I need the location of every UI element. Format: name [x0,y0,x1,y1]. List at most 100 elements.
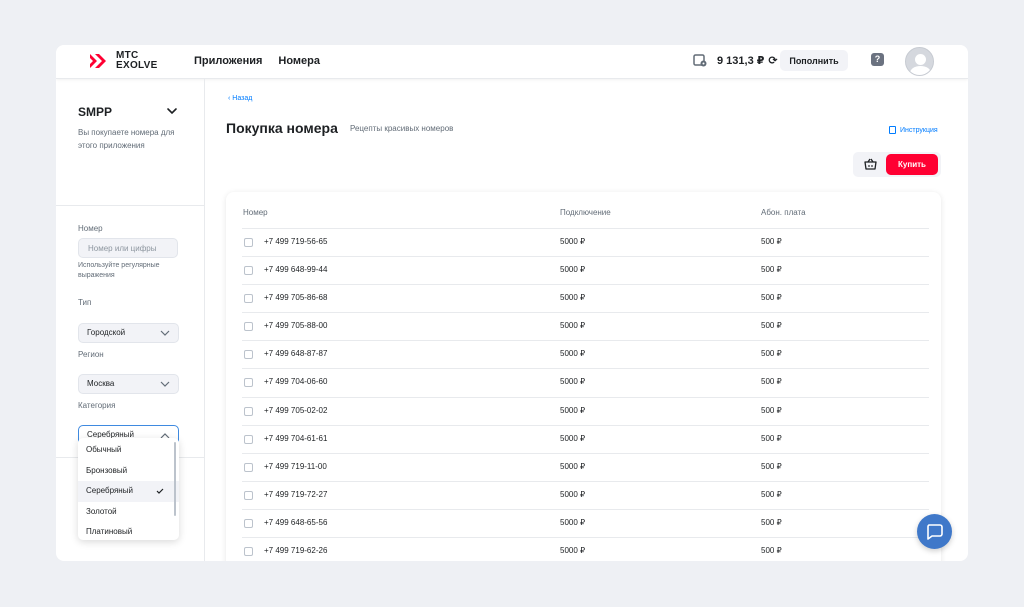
category-option[interactable]: Обычный [78,440,179,461]
instruction-link[interactable]: Инструкция [889,126,938,134]
type-select[interactable]: Городской [78,323,179,343]
row-checkbox[interactable] [244,434,253,444]
logo[interactable]: МТС EXOLVE [89,51,158,71]
topup-button[interactable]: Пополнить [780,50,848,71]
category-option[interactable]: Бронзовый [78,461,179,482]
cell-connection: 5000 ₽ [560,433,586,443]
cell-fee: 500 ₽ [761,405,782,415]
row-checkbox[interactable] [244,294,253,304]
cell-fee: 500 ₽ [761,461,782,471]
chat-button[interactable] [917,514,952,549]
number-search-input[interactable] [78,238,178,258]
row-checkbox[interactable] [244,322,253,332]
table-row[interactable]: +7 499 704-06-60 5000 ₽ 500 ₽ [226,368,941,396]
number-hint: Используйте регулярные выражения [78,262,160,279]
avatar[interactable] [905,47,934,76]
basket-icon[interactable] [864,158,877,170]
dropdown-scrollbar[interactable] [174,442,176,516]
app-window: МТС EXOLVE Приложения Номера 9 131,3 ₽ ⟳… [56,45,968,561]
row-divider [242,424,929,426]
cell-number: +7 499 704-61-61 [264,433,328,443]
main-nav: Приложения Номера [194,55,320,67]
table-row[interactable]: +7 499 705-86-68 5000 ₽ 500 ₽ [226,284,941,312]
cell-number: +7 499 705-86-68 [264,293,328,303]
cell-fee: 500 ₽ [761,433,782,443]
chevron-down-icon[interactable] [166,106,178,116]
logo-text: МТС EXOLVE [116,51,158,71]
cell-number: +7 499 719-72-27 [264,489,328,499]
number-label: Номер [78,224,103,233]
column-fee[interactable]: Абон. плата [761,208,806,217]
row-checkbox[interactable] [244,350,253,360]
page-title: Покупка номера [226,120,338,136]
row-checkbox[interactable] [244,378,253,388]
main-content: ‹ Назад Покупка номера Рецепты красивых … [205,79,968,561]
cell-connection: 5000 ₽ [560,293,586,303]
chevron-down-icon [160,381,170,387]
table-row[interactable]: +7 499 719-62-26 5000 ₽ 500 ₽ [226,537,941,561]
row-checkbox[interactable] [244,490,253,500]
actions-bar: Купить [853,152,941,177]
category-dropdown: Обычный Бронзовый Серебряный Золотой Пла… [78,438,179,540]
row-checkbox[interactable] [244,547,253,557]
table-row[interactable]: +7 499 719-56-65 5000 ₽ 500 ₽ [226,228,941,256]
table-row[interactable]: +7 499 648-99-44 5000 ₽ 500 ₽ [226,256,941,284]
row-divider [242,508,929,510]
region-select[interactable]: Москва [78,374,179,394]
table-row[interactable]: +7 499 704-61-61 5000 ₽ 500 ₽ [226,424,941,453]
app-name: SMPP [78,105,113,119]
cell-number: +7 499 719-11-00 [264,461,327,471]
cell-number: +7 499 704-06-60 [264,377,328,387]
nav-apps[interactable]: Приложения [194,55,262,67]
category-option-selected[interactable]: Серебряный [78,481,179,502]
refresh-icon[interactable]: ⟳ [768,54,777,67]
table-row[interactable]: +7 499 719-72-27 5000 ₽ 500 ₽ [226,480,941,509]
wallet-icon[interactable] [693,53,707,67]
cell-connection: 5000 ₽ [560,405,586,415]
cell-fee: 500 ₽ [761,321,782,331]
table-row[interactable]: +7 499 705-88-00 5000 ₽ 500 ₽ [226,312,941,340]
table-row[interactable]: +7 499 719-11-00 5000 ₽ 500 ₽ [226,452,941,481]
table-row[interactable]: +7 499 648-65-56 5000 ₽ 500 ₽ [226,508,941,537]
row-divider [242,368,929,370]
chat-icon [927,524,943,540]
chevron-down-icon [160,330,170,336]
column-connection[interactable]: Подключение [560,208,611,217]
cell-connection: 5000 ₽ [560,517,586,527]
cell-connection: 5000 ₽ [560,546,586,556]
row-checkbox[interactable] [244,266,253,276]
cell-fee: 500 ₽ [761,293,782,303]
help-icon[interactable]: ? [871,53,884,66]
table-row[interactable]: +7 499 705-02-02 5000 ₽ 500 ₽ [226,396,941,425]
row-divider [242,396,929,398]
cell-number: +7 499 648-65-56 [264,517,328,527]
category-label: Категория [78,401,116,410]
recipes-link[interactable]: Рецепты красивых номеров [350,124,453,133]
cell-connection: 5000 ₽ [560,377,586,387]
row-checkbox[interactable] [244,462,253,472]
back-link[interactable]: ‹ Назад [228,95,252,102]
nav-numbers[interactable]: Номера [278,55,320,67]
row-checkbox[interactable] [244,518,253,528]
category-option[interactable]: Платиновый [78,522,179,543]
buy-button[interactable]: Купить [886,154,938,175]
category-option[interactable]: Золотой [78,502,179,523]
row-divider [242,340,929,342]
type-label: Тип [78,298,92,307]
row-checkbox[interactable] [244,238,253,247]
check-icon [156,488,164,494]
balance: 9 131,3 ₽ ⟳ [693,53,778,67]
type-value: Городской [87,328,126,337]
category-option-label: Серебряный [86,486,133,495]
region-value: Москва [87,379,115,388]
column-number[interactable]: Номер [243,208,268,217]
cell-number: +7 499 719-56-65 [264,237,328,246]
cell-fee: 500 ₽ [761,237,782,246]
table-row[interactable]: +7 499 648-87-87 5000 ₽ 500 ₽ [226,340,941,368]
logo-line2: EXOLVE [116,60,158,71]
table-body: +7 499 719-56-65 5000 ₽500 ₽ +7 499 648-99… [226,228,941,561]
instruction-label: Инструкция [900,126,938,134]
row-checkbox[interactable] [244,406,253,416]
cell-fee: 500 ₽ [761,265,782,275]
logo-icon [90,54,106,68]
